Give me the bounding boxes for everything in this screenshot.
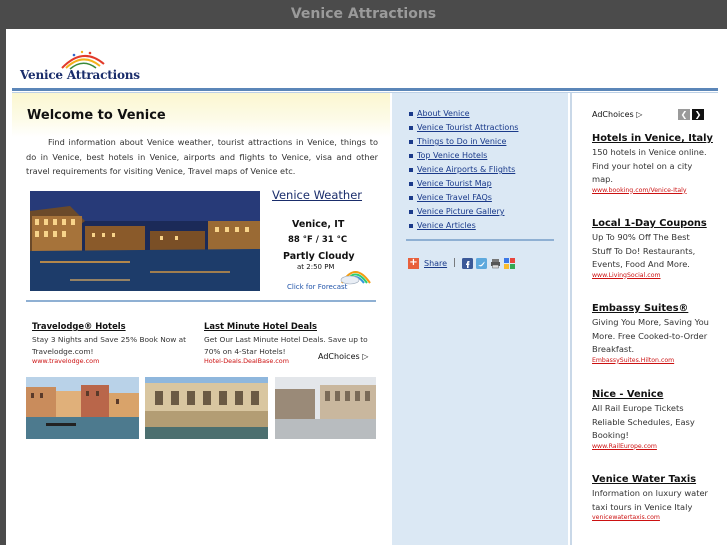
nav-item-label[interactable]: Venice Articles bbox=[417, 221, 476, 230]
nav-item-label[interactable]: Things to Do in Venice bbox=[417, 137, 506, 146]
logo-text: Venice Attractions bbox=[20, 68, 140, 82]
main-content: Welcome to Venice Find information about… bbox=[12, 93, 390, 545]
ad-url[interactable]: www.RailEurope.com bbox=[592, 443, 710, 450]
nav-item-label[interactable]: Top Venice Hotels bbox=[417, 151, 487, 160]
ad-url[interactable]: venicewatertaxis.com bbox=[592, 514, 710, 521]
nav-item-things-to-do[interactable]: Things to Do in Venice bbox=[409, 137, 518, 151]
weather-city: Venice, IT bbox=[292, 219, 345, 230]
ad-next-button[interactable]: ❯ bbox=[692, 109, 704, 120]
adchoices-label[interactable]: AdChoices bbox=[318, 352, 360, 361]
nav-item-articles[interactable]: Venice Articles bbox=[409, 221, 518, 235]
window-left-border bbox=[0, 29, 6, 545]
chevron-left-icon: ❮ bbox=[680, 110, 688, 119]
window-title-bar: Venice Attractions bbox=[0, 0, 727, 29]
bullet-icon bbox=[409, 196, 413, 200]
twitter-icon[interactable] bbox=[476, 257, 488, 269]
bullet-icon bbox=[409, 126, 413, 130]
facebook-icon[interactable] bbox=[462, 257, 474, 269]
bullet-icon bbox=[409, 140, 413, 144]
ad-description: 150 hotels in Venice online. Find your h… bbox=[592, 147, 707, 184]
weather-title-link[interactable]: Venice Weather bbox=[272, 188, 362, 202]
page-title: Welcome to Venice bbox=[27, 108, 166, 123]
ad-headline[interactable]: Venice Water Taxis bbox=[592, 474, 710, 485]
nav-list: About Venice Venice Tourist Attractions … bbox=[409, 109, 518, 235]
ad-description: Up To 90% Off The Best Stuff To Do! Rest… bbox=[592, 232, 696, 269]
navigation-column: About Venice Venice Tourist Attractions … bbox=[392, 93, 568, 545]
intro-paragraph: Find information about Venice weather, t… bbox=[26, 137, 378, 176]
header-divider bbox=[12, 88, 718, 91]
nav-item-tourist-map[interactable]: Venice Tourist Map bbox=[409, 179, 518, 193]
nav-item-airports-flights[interactable]: Venice Airports & Flights bbox=[409, 165, 518, 179]
adchoices-label[interactable]: AdChoices bbox=[592, 110, 634, 119]
nav-divider bbox=[406, 239, 554, 241]
ad-headline[interactable]: Embassy Suites® bbox=[592, 303, 710, 314]
ad-headline[interactable]: Hotels in Venice, Italy bbox=[592, 133, 713, 144]
nav-item-travel-faqs[interactable]: Venice Travel FAQs bbox=[409, 193, 518, 207]
bullet-icon bbox=[409, 112, 413, 116]
sidebar-ad[interactable]: Embassy Suites® Giving You More, Saving … bbox=[592, 303, 710, 364]
adchoices-icon: ▷ bbox=[636, 110, 643, 119]
weather-condition: Partly Cloudy bbox=[283, 251, 355, 262]
chevron-right-icon: ❯ bbox=[694, 110, 702, 119]
nav-item-label[interactable]: Venice Picture Gallery bbox=[417, 207, 504, 216]
ad-url[interactable]: www.booking.com/Venice-Italy bbox=[592, 187, 710, 194]
ad-sidebar: AdChoices ▷ ❮ ❯ Hotels in Venice, Italy … bbox=[570, 93, 727, 545]
ad-url[interactable]: EmbassySuites.Hilton.com bbox=[592, 357, 710, 364]
ad-prev-button[interactable]: ❮ bbox=[678, 109, 690, 120]
bullet-icon bbox=[409, 224, 413, 228]
adchoices-link[interactable]: AdChoices ▷ bbox=[318, 352, 368, 361]
nav-item-label[interactable]: Venice Travel FAQs bbox=[417, 193, 492, 202]
nav-item-picture-gallery[interactable]: Venice Picture Gallery bbox=[409, 207, 518, 221]
share-link[interactable]: Share bbox=[424, 259, 447, 268]
window-title: Venice Attractions bbox=[290, 6, 437, 22]
nav-item-label[interactable]: About Venice bbox=[417, 109, 470, 118]
sidebar-ad[interactable]: Hotels in Venice, Italy 150 hotels in Ve… bbox=[592, 133, 713, 194]
partly-cloudy-icon bbox=[340, 271, 371, 285]
bullet-icon bbox=[409, 182, 413, 186]
nav-item-label[interactable]: Venice Tourist Map bbox=[417, 179, 492, 188]
nav-item-label[interactable]: Venice Tourist Attractions bbox=[417, 123, 518, 132]
weather-temperature: 88 °F / 31 °C bbox=[288, 235, 348, 245]
weather-time: at 2:50 PM bbox=[297, 263, 335, 271]
sidebar-ad[interactable]: Venice Water Taxis Information on luxury… bbox=[592, 474, 710, 521]
nav-item-label[interactable]: Venice Airports & Flights bbox=[417, 165, 515, 174]
main-divider bbox=[26, 300, 376, 302]
sidebar-ad[interactable]: Local 1-Day Coupons Up To 90% Off The Be… bbox=[592, 218, 710, 279]
bullet-icon bbox=[409, 168, 413, 172]
share-plus-icon[interactable]: + bbox=[408, 257, 419, 269]
ad-description: All Rail Europe Tickets Reliable Schedul… bbox=[592, 403, 695, 440]
ad-description: Information on luxury water taxi tours i… bbox=[592, 488, 708, 512]
print-icon[interactable] bbox=[490, 258, 501, 269]
forecast-link[interactable]: Click for Forecast bbox=[287, 283, 347, 291]
ad-description: Giving You More, Saving You More. Free C… bbox=[592, 317, 709, 354]
adchoices-icon: ▷ bbox=[362, 352, 369, 361]
venice-piazza-thumbnail[interactable] bbox=[275, 377, 376, 439]
bullet-icon bbox=[409, 154, 413, 158]
ad-headline[interactable]: Last Minute Hotel Deals bbox=[204, 321, 374, 331]
ad-headline[interactable]: Nice - Venice bbox=[592, 389, 710, 400]
share-separator: | bbox=[453, 258, 457, 268]
site-logo[interactable]: Venice Attractions bbox=[18, 48, 140, 86]
google-bookmark-icon[interactable] bbox=[504, 257, 516, 269]
ad-url[interactable]: www.travelodge.com bbox=[32, 357, 194, 365]
bullet-icon bbox=[409, 210, 413, 214]
nav-item-top-hotels[interactable]: Top Venice Hotels bbox=[409, 151, 518, 165]
nav-item-about-venice[interactable]: About Venice bbox=[409, 109, 518, 123]
ad-description: Stay 3 Nights and Save 25% Book Now at T… bbox=[32, 335, 187, 356]
adchoices-link[interactable]: AdChoices ▷ bbox=[592, 110, 642, 119]
sidebar-ad[interactable]: Nice - Venice All Rail Europe Tickets Re… bbox=[592, 389, 710, 450]
share-bar: + Share | bbox=[408, 256, 516, 270]
venice-night-photo bbox=[30, 191, 260, 291]
sponsored-ad[interactable]: Travelodge® Hotels Stay 3 Nights and Sav… bbox=[32, 321, 194, 365]
ad-headline[interactable]: Local 1-Day Coupons bbox=[592, 218, 710, 229]
venice-palazzo-thumbnail[interactable] bbox=[145, 377, 268, 439]
ad-url[interactable]: www.LivingSocial.com bbox=[592, 272, 710, 279]
venice-canal-thumbnail[interactable] bbox=[26, 377, 139, 439]
nav-item-tourist-attractions[interactable]: Venice Tourist Attractions bbox=[409, 123, 518, 137]
logo-swirl-icon bbox=[61, 50, 105, 70]
ad-headline[interactable]: Travelodge® Hotels bbox=[32, 321, 194, 331]
